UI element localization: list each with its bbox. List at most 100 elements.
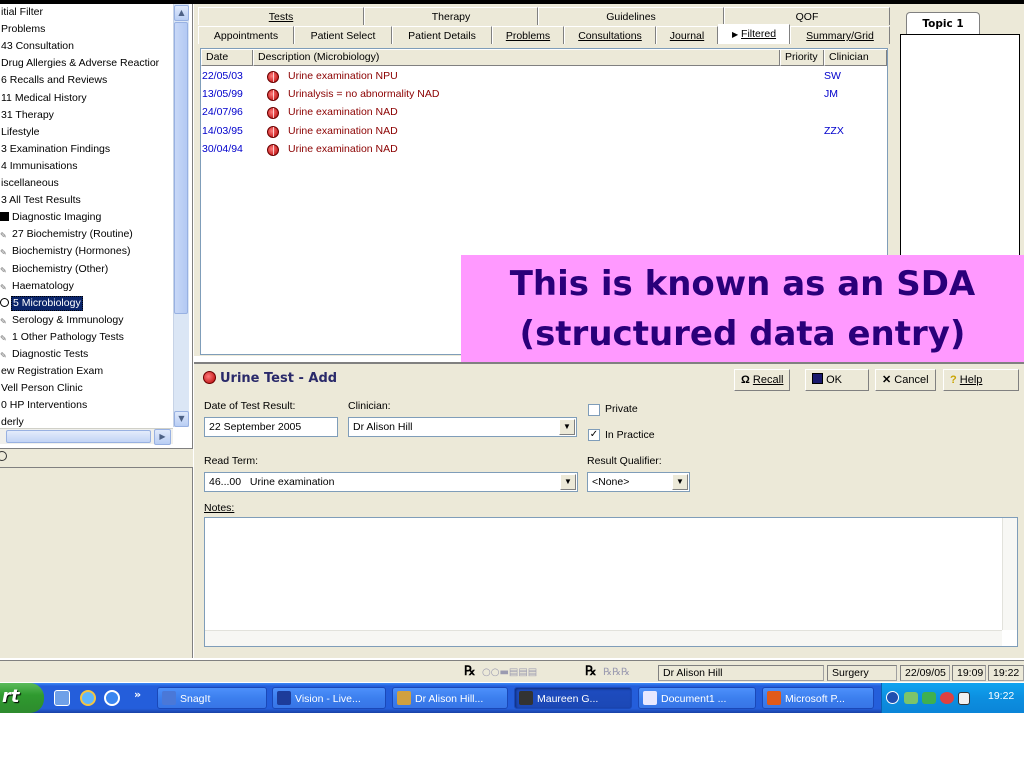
taskbar-button-label: Vision - Live...	[295, 693, 361, 705]
tab-summary-grid[interactable]: Summary/Grid	[790, 26, 890, 44]
tab-therapy[interactable]: Therapy	[364, 7, 538, 25]
help-button-label: Help	[959, 374, 983, 386]
table-row[interactable]: 30/04/94 Urine examination NAD	[202, 140, 886, 158]
tree-item[interactable]: 5 Microbiology	[0, 295, 83, 312]
tab-consultations[interactable]: Consultations	[564, 26, 656, 44]
tab-problems[interactable]: Problems	[492, 26, 564, 44]
tray-app-icon[interactable]	[922, 692, 936, 704]
date-label: Date of Test Result:	[204, 400, 296, 412]
test-result-icon	[267, 89, 279, 102]
clinician-select[interactable]: Dr Alison Hill ▼	[348, 417, 577, 437]
tree-item[interactable]: ✎ Biochemistry (Other)	[0, 261, 109, 278]
taskbar-button[interactable]: Maureen G...	[514, 687, 632, 709]
tree-item[interactable]: 4 Immunisations	[0, 158, 78, 175]
notes-horizontal-scrollbar[interactable]	[205, 630, 1002, 646]
taskbar-button[interactable]: SnagIt	[157, 687, 267, 709]
tree-item[interactable]: 6 Recalls and Reviews	[0, 72, 108, 89]
column-header-clinician[interactable]: Clinician	[824, 50, 887, 66]
tree-item[interactable]: Drug Allergies & Adverse Reactior	[0, 55, 160, 72]
notes-vertical-scrollbar[interactable]	[1002, 518, 1017, 630]
scroll-right-icon[interactable]: ▶	[154, 429, 171, 445]
result-qualifier-select[interactable]: <None> ▼	[587, 472, 690, 492]
help-icon: ?	[950, 374, 957, 386]
taskbar-button[interactable]: Document1 ...	[638, 687, 756, 709]
tree-item[interactable]: iscellaneous	[0, 175, 60, 192]
tree-item[interactable]: 3 All Test Results	[0, 192, 82, 209]
tree-item[interactable]: ✎ Serology & Immunology	[0, 312, 124, 329]
cancel-button[interactable]: ✕ Cancel	[875, 369, 936, 391]
column-header-description[interactable]: Description (Microbiology)	[253, 50, 780, 66]
tree-item[interactable]: 3 Examination Findings	[0, 141, 111, 158]
tree-item[interactable]: Lifestyle	[0, 124, 41, 141]
security-icon[interactable]	[940, 692, 954, 704]
patient-icon	[397, 691, 411, 705]
tree-item-label: 5 Microbiology	[11, 295, 83, 311]
tree-item[interactable]: 43 Consultation	[0, 38, 75, 55]
in-practice-checkbox[interactable]: ✓	[588, 429, 600, 441]
tree-item-label: 43 Consultation	[1, 40, 74, 53]
chevron-right-icon[interactable]: »	[134, 688, 141, 701]
callout-line-2: (structured data entry)	[519, 314, 966, 354]
tab-tests[interactable]: Tests	[198, 7, 364, 25]
table-row[interactable]: 13/05/99 Urinalysis = no abnormality NAD J…	[202, 85, 886, 103]
tab-topic-1[interactable]: Topic 1	[906, 12, 980, 34]
tree-item[interactable]: ew Registration Exam	[0, 363, 104, 380]
read-term-select[interactable]: 46...00 Urine examination ▼	[204, 472, 578, 492]
tab-filtered[interactable]: ▶ Filtered	[718, 24, 790, 44]
chevron-down-icon[interactable]: ▼	[559, 419, 575, 435]
tab-patient-select[interactable]: Patient Select	[294, 26, 392, 44]
tab-journal[interactable]: Journal	[656, 26, 718, 44]
tree-item[interactable]: Problems	[0, 21, 46, 38]
status-indicators-icon: ○○▬▤▤▤	[482, 667, 538, 678]
row-date: 30/04/94	[202, 142, 243, 155]
tree-item[interactable]: ✎ Biochemistry (Hormones)	[0, 243, 131, 260]
show-desktop-icon[interactable]	[54, 690, 70, 706]
table-row[interactable]: 24/07/96 Urine examination NAD	[202, 103, 886, 121]
scroll-up-icon[interactable]: ▲	[174, 5, 189, 21]
tree-item[interactable]: 0 HP Interventions	[0, 397, 88, 414]
column-header-date[interactable]: Date	[201, 50, 253, 66]
device-icon[interactable]	[958, 692, 970, 705]
internet-explorer-icon[interactable]	[80, 690, 96, 706]
tree-item[interactable]: Diagnostic Imaging	[0, 209, 102, 226]
read-term-select-value: 46...00 Urine examination	[209, 476, 335, 488]
notes-textarea[interactable]	[204, 517, 1018, 647]
tree-scroll-thumb[interactable]	[174, 22, 188, 314]
tree-item[interactable]: itial Filter	[0, 4, 44, 21]
ok-button[interactable]: OK	[805, 369, 869, 391]
tree-item[interactable]: ✎ Haematology	[0, 278, 75, 295]
private-checkbox[interactable]	[588, 404, 600, 416]
date-field[interactable]: 22 September 2005	[204, 417, 338, 437]
tree-item[interactable]: 11 Medical History	[0, 90, 88, 107]
tab-appointments[interactable]: Appointments	[198, 26, 294, 44]
recall-button[interactable]: Ω Recall	[734, 369, 791, 391]
tab-guidelines[interactable]: Guidelines	[538, 7, 724, 25]
taskbar-button[interactable]: Microsoft P...	[762, 687, 874, 709]
tab-qof[interactable]: QOF	[724, 7, 890, 25]
browser-icon[interactable]	[104, 690, 120, 706]
tab-problems-label: Problems	[505, 30, 551, 42]
clock-icon[interactable]	[0, 451, 7, 461]
start-button[interactable]: rt	[0, 683, 44, 713]
table-row[interactable]: 14/03/95 Urine examination NAD ZZX	[202, 122, 886, 140]
tray-arrow-icon[interactable]	[886, 691, 899, 704]
table-row[interactable]: 22/05/03 Urine examination NPU SW	[202, 67, 886, 85]
network-icon[interactable]	[904, 692, 918, 704]
tree-item-label: Biochemistry (Hormones)	[12, 245, 131, 258]
tree-item[interactable]: 31 Therapy	[0, 107, 55, 124]
scroll-down-icon[interactable]: ▼	[174, 411, 189, 427]
tab-patient-details[interactable]: Patient Details	[392, 26, 492, 44]
help-button[interactable]: ? Help	[943, 369, 1019, 391]
taskbar-button[interactable]: Vision - Live...	[272, 687, 386, 709]
tree-item[interactable]: ✎ 1 Other Pathology Tests	[0, 329, 125, 346]
chevron-down-icon[interactable]: ▼	[560, 474, 576, 490]
tree-item[interactable]: ✎ Diagnostic Tests	[0, 346, 89, 363]
column-header-priority[interactable]: Priority	[780, 50, 824, 66]
clinician-label: Clinician:	[348, 400, 391, 412]
taskbar-button[interactable]: Dr Alison Hill...	[392, 687, 508, 709]
tree-item[interactable]: Vell Person Clinic	[0, 380, 84, 397]
tree-item[interactable]: ✎ 27 Biochemistry (Routine)	[0, 226, 134, 243]
tree-hscroll-thumb[interactable]	[6, 430, 151, 443]
chevron-down-icon[interactable]: ▼	[672, 474, 688, 490]
callout-line-1: This is known as an SDA	[509, 264, 976, 304]
